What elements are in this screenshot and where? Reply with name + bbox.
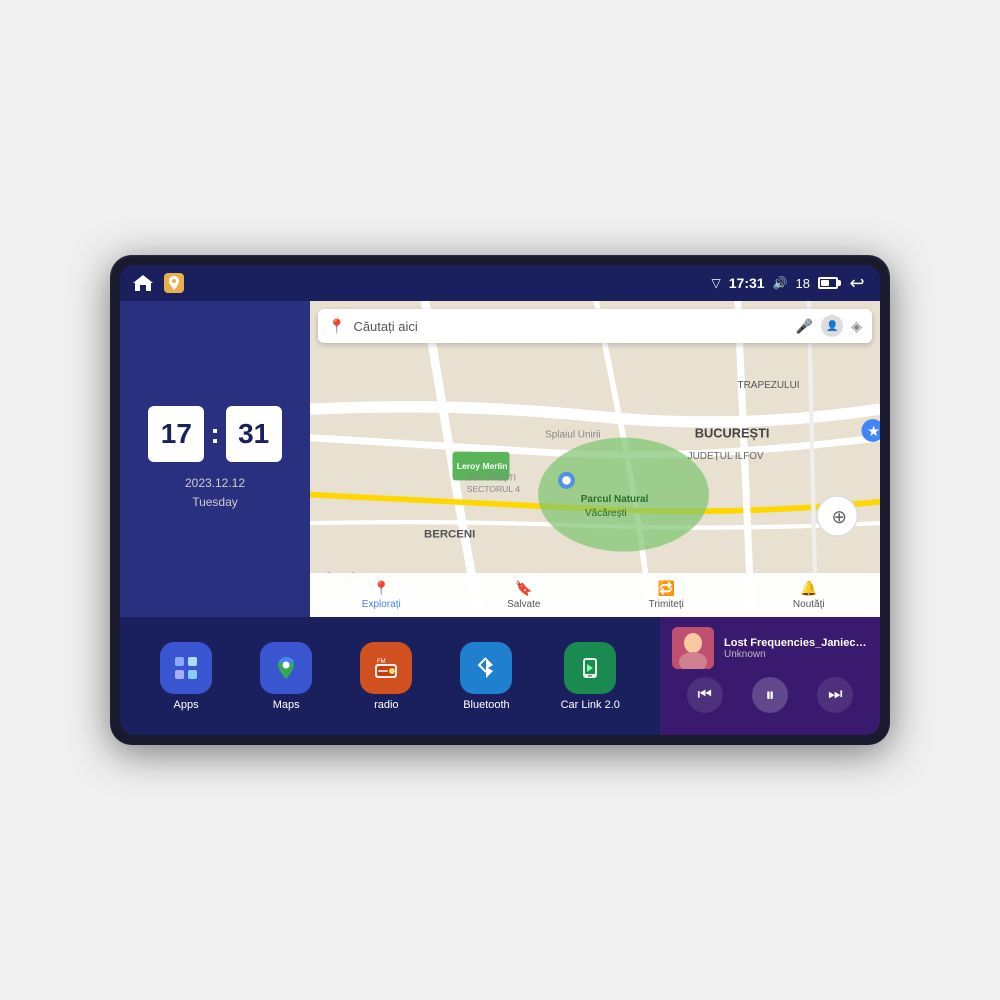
map-layers-icon[interactable]: ◈ (851, 318, 862, 335)
app-icon-bluetooth[interactable]: Bluetooth (460, 642, 512, 711)
map-nav-saved[interactable]: 🔖 Salvate (453, 573, 596, 617)
share-icon: 🔁 (658, 580, 675, 597)
clock-panel: 17 : 31 2023.12.12 Tuesday (120, 301, 310, 617)
clock-display: 17 : 31 (148, 406, 281, 462)
map-panel[interactable]: Parcul Natural Văcărești Leroy Merlin BU… (310, 301, 880, 617)
music-player: Lost Frequencies_Janieck Devy-... Unknow… (660, 617, 880, 735)
map-search-text: Căutați aici (353, 319, 787, 334)
status-time: 17:31 (729, 275, 765, 291)
home-button[interactable] (132, 274, 154, 292)
app-icon-radio[interactable]: FM radio (360, 642, 412, 711)
map-nav-share-label: Trimiteți (649, 599, 684, 610)
bluetooth-label: Bluetooth (463, 699, 509, 711)
svg-text:SECTORUL 4: SECTORUL 4 (467, 484, 520, 494)
date: 2023.12.12 (185, 474, 245, 493)
svg-text:★: ★ (867, 424, 880, 440)
music-info: Lost Frequencies_Janieck Devy-... Unknow… (672, 627, 868, 669)
svg-text:FM: FM (377, 659, 386, 665)
maps-label: Maps (273, 699, 300, 711)
explore-icon: 📍 (373, 580, 390, 597)
top-section: 17 : 31 2023.12.12 Tuesday (120, 301, 880, 617)
svg-text:Leroy Merlin: Leroy Merlin (457, 461, 508, 471)
svg-text:Văcărești: Văcărești (585, 508, 627, 519)
map-nav-share[interactable]: 🔁 Trimiteți (595, 573, 738, 617)
date-info: 2023.12.12 Tuesday (185, 474, 245, 512)
svg-text:BUCUREȘTI: BUCUREȘTI (467, 472, 516, 482)
play-pause-button[interactable]: ⏸ (752, 677, 788, 713)
main-content: 17 : 31 2023.12.12 Tuesday (120, 301, 880, 735)
clock-hours: 17 (148, 406, 204, 462)
map-nav-saved-label: Salvate (507, 599, 540, 610)
svg-text:JUDEȚUL ILFOV: JUDEȚUL ILFOV (688, 451, 764, 462)
svg-text:BERCENI: BERCENI (424, 528, 475, 540)
map-user-avatar[interactable]: 👤 (821, 315, 843, 337)
clock-colon: : (210, 418, 219, 450)
battery-icon (818, 277, 838, 289)
map-nav-news-label: Noutăți (793, 599, 825, 610)
back-button[interactable]: ↩ (846, 272, 868, 294)
clock-minutes: 31 (226, 406, 282, 462)
apps-label: Apps (174, 699, 199, 711)
status-bar: ▽ 17:31 🔊 18 ↩ (120, 265, 880, 301)
carlink-label: Car Link 2.0 (561, 699, 620, 711)
screen: ▽ 17:31 🔊 18 ↩ 17 : 31 (120, 265, 880, 735)
music-text: Lost Frequencies_Janieck Devy-... Unknow… (724, 637, 868, 660)
radio-label: radio (374, 699, 398, 711)
app-icon-carlink[interactable]: Car Link 2.0 (561, 642, 620, 711)
map-bottom-nav: 📍 Explorați 🔖 Salvate 🔁 Trimiteți � (310, 573, 880, 617)
apps-section: Apps Maps (120, 617, 660, 735)
signal-icon: ▽ (712, 276, 721, 290)
status-right: ▽ 17:31 🔊 18 ↩ (712, 272, 868, 294)
news-icon: 🔔 (800, 580, 817, 597)
map-mic-icon[interactable]: 🎤 (796, 318, 813, 335)
volume-icon: 🔊 (773, 276, 788, 290)
music-artist: Unknown (724, 649, 868, 660)
car-head-unit: ▽ 17:31 🔊 18 ↩ 17 : 31 (110, 255, 890, 745)
music-thumbnail (672, 627, 714, 669)
volume-level: 18 (796, 276, 810, 291)
music-title: Lost Frequencies_Janieck Devy-... (724, 637, 868, 649)
map-search-bar[interactable]: 📍 Căutați aici 🎤 👤 ◈ (318, 309, 872, 343)
svg-text:⊕: ⊕ (832, 506, 848, 527)
status-left (132, 273, 184, 293)
map-nav-explore[interactable]: 📍 Explorați (310, 573, 453, 617)
svg-text:Splaiul Unirii: Splaiul Unirii (545, 430, 600, 441)
saved-icon: 🔖 (515, 580, 532, 597)
app-icon-apps[interactable]: Apps (160, 642, 212, 711)
music-controls: ⏮ ⏸ ⏭ (672, 677, 868, 713)
map-nav-explore-label: Explorați (362, 599, 401, 610)
app-icon-maps[interactable]: Maps (260, 642, 312, 711)
svg-text:Parcul Natural: Parcul Natural (581, 494, 649, 505)
maps-shortcut-button[interactable] (164, 273, 184, 293)
next-button[interactable]: ⏭ (817, 677, 853, 713)
bottom-section: Apps Maps (120, 617, 880, 735)
map-pin-icon: 📍 (328, 318, 345, 335)
day: Tuesday (185, 493, 245, 512)
map-nav-news[interactable]: 🔔 Noutăți (738, 573, 881, 617)
svg-text:BUCUREȘTI: BUCUREȘTI (695, 426, 770, 441)
prev-button[interactable]: ⏮ (687, 677, 723, 713)
svg-text:TRAPEZULUI: TRAPEZULUI (738, 380, 800, 391)
